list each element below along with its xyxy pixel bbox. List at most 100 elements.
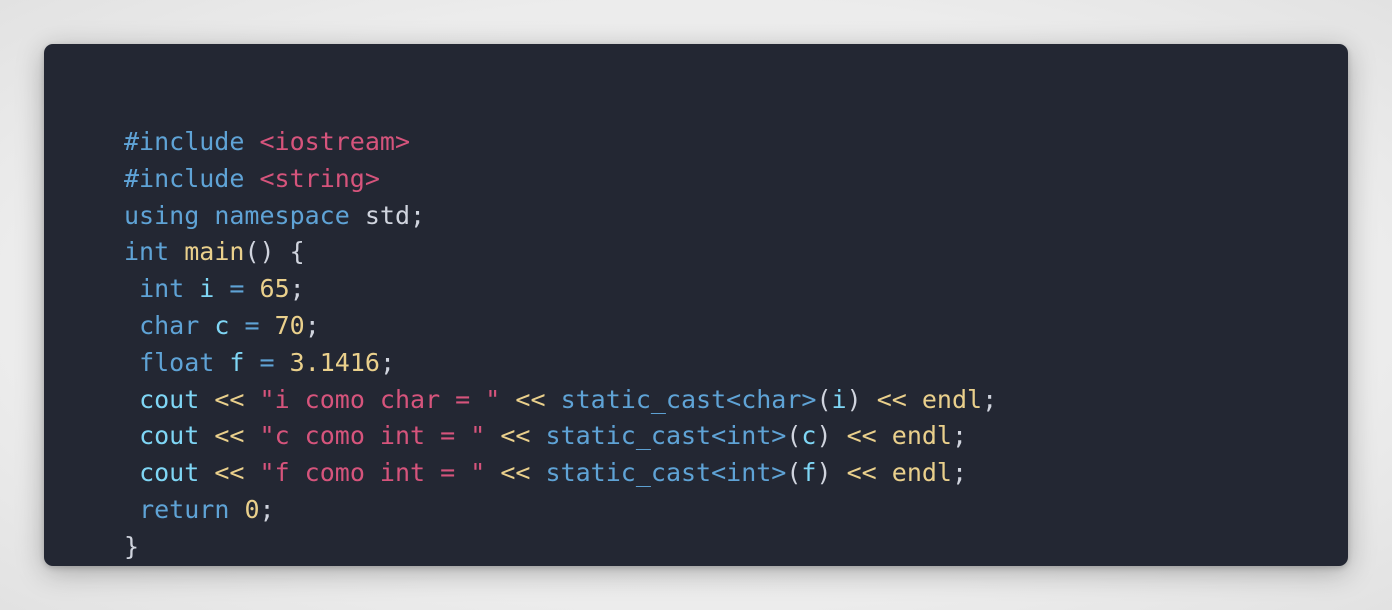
code-block[interactable]: #include <iostream> #include <string> usin… [124,124,997,566]
code-line: } [124,529,997,566]
code-line: char c = 70; [124,308,997,345]
code-line: #include <iostream> [124,124,997,161]
code-token-ident: cout [139,421,200,451]
code-token-ident: cout [139,458,200,488]
code-token-ident: f [229,347,245,377]
code-line: #include <string> [124,161,997,198]
code-token-string: "f como int = " [259,458,486,488]
code-token-keyword: static_cast<int> [545,421,787,451]
code-token-plain: ) [816,458,832,488]
code-token-keyword: = [229,274,245,304]
code-token-number: << [214,384,245,414]
code-token-keyword: return [139,494,230,524]
code-line: using namespace std; [124,198,997,235]
code-token-keyword: #include [124,163,245,193]
code-token-keyword: char [139,310,200,340]
code-token-keyword: static_cast<int> [545,458,787,488]
code-token-plain: ) [846,384,862,414]
code-token-number: 70 [274,310,305,340]
code-line: cout << "c como int = " << static_cast<i… [124,418,997,455]
code-token-number: endl [921,384,983,414]
code-token-number: << [876,384,907,414]
code-token-ident: c [801,421,817,451]
code-token-plain: ; [379,347,396,377]
code-token-keyword: namespace [214,200,350,230]
code-token-number: 0 [244,494,260,524]
code-card: #include <iostream> #include <string> usin… [44,44,1348,566]
code-token-keyword: #include [124,127,245,156]
code-token-string: "i como char = " [259,384,501,414]
code-line: return 0; [124,492,997,529]
code-token-plain: ( [786,458,802,488]
code-token-string: <iostream> [259,127,410,156]
code-token-ident: i [199,274,215,304]
code-token-function: main [184,237,245,267]
code-token-plain: ; [982,384,998,414]
code-token-plain: } [124,531,140,561]
code-token-keyword: float [139,347,215,377]
code-token-plain: ; [259,494,275,524]
code-token-keyword: static_cast<char> [560,384,817,414]
code-token-ident: f [801,458,817,488]
code-token-number: << [214,458,245,488]
code-line: float f = 3.1416; [124,345,997,382]
code-token-plain: ) [816,421,832,451]
code-token-plain: () { [244,237,305,267]
code-token-plain: ; [289,274,305,304]
code-line: cout << "i como char = " << static_cast<… [124,382,997,419]
code-token-number: << [500,458,531,488]
code-token-plain: ( [786,421,802,451]
code-token-number: << [846,458,877,488]
code-token-string: "c como int = " [259,421,486,451]
code-line: int i = 65; [124,271,997,308]
code-line: cout << "f como int = " << static_cast<i… [124,455,997,492]
code-line: int main() { [124,234,997,271]
code-token-number: endl [891,458,952,488]
code-token-number: 65 [259,274,290,304]
code-token-plain: ; [952,421,968,451]
code-token-plain: ; [304,310,320,340]
code-token-number: endl [891,421,952,451]
code-token-keyword: = [259,347,275,377]
code-token-number: 3.1416 [289,347,380,377]
code-token-keyword: int [139,274,185,304]
code-token-string: <string> [259,163,380,193]
code-token-plain: ( [816,384,832,414]
code-token-number: << [846,421,877,451]
